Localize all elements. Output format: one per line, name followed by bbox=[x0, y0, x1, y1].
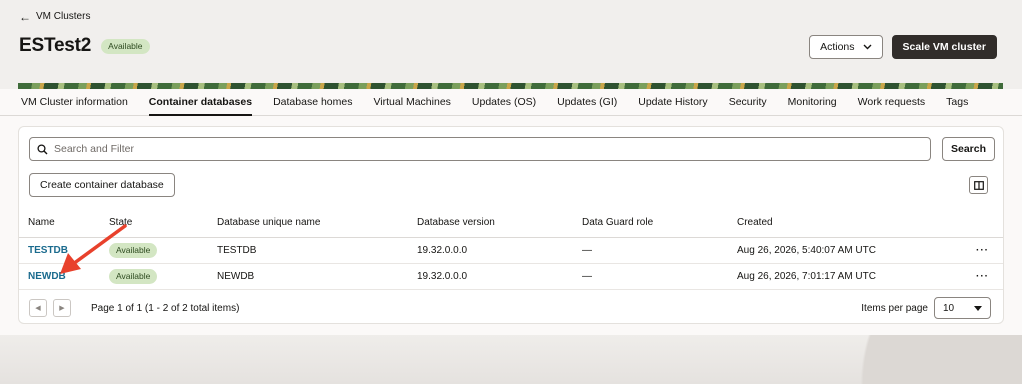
decorative-floor bbox=[0, 335, 1022, 384]
title-row: ESTest2 Available bbox=[19, 35, 150, 57]
tab-bar: VM Cluster information Container databas… bbox=[0, 89, 1022, 116]
search-input[interactable] bbox=[54, 143, 904, 155]
column-header-state[interactable]: State bbox=[109, 209, 217, 238]
items-per-page: Items per page 10 bbox=[861, 297, 991, 319]
version-cell: 19.32.0.0.0 bbox=[417, 237, 582, 264]
tab-security[interactable]: Security bbox=[729, 89, 767, 116]
db-name-link[interactable]: TESTDB bbox=[28, 245, 68, 256]
caret-left-icon: ◀ bbox=[35, 305, 41, 312]
chevron-down-icon bbox=[863, 44, 872, 50]
container-databases-panel: Search Create container database Name St… bbox=[18, 126, 1004, 324]
tab-updates-os[interactable]: Updates (OS) bbox=[472, 89, 536, 116]
back-link-label: VM Clusters bbox=[36, 11, 91, 22]
scale-button-label: Scale VM cluster bbox=[902, 41, 986, 53]
items-per-page-label: Items per page bbox=[861, 302, 928, 314]
create-container-database-button[interactable]: Create container database bbox=[29, 173, 175, 197]
page-title: ESTest2 bbox=[19, 35, 92, 56]
table-header-row: Name State Database unique name Database… bbox=[19, 209, 1003, 238]
caret-right-icon: ▶ bbox=[59, 305, 65, 312]
tab-update-history[interactable]: Update History bbox=[638, 89, 707, 116]
page-info: Page 1 of 1 (1 - 2 of 2 total items) bbox=[91, 302, 240, 314]
table-row: NEWDB Available NEWDB 19.32.0.0.0 — Aug … bbox=[19, 263, 1003, 290]
container-databases-table: Name State Database unique name Database… bbox=[19, 209, 1003, 290]
items-per-page-select[interactable]: 10 bbox=[934, 297, 991, 319]
next-page-button[interactable]: ▶ bbox=[53, 299, 71, 317]
page-header: ← VM Clusters ESTest2 Available Actions … bbox=[0, 0, 1022, 85]
dg-role-cell: — bbox=[582, 263, 737, 290]
tab-database-homes[interactable]: Database homes bbox=[273, 89, 352, 116]
previous-page-button[interactable]: ◀ bbox=[29, 299, 47, 317]
column-header-dg-role[interactable]: Data Guard role bbox=[582, 209, 737, 238]
unique-name-cell: TESTDB bbox=[217, 237, 417, 264]
actions-button-label: Actions bbox=[820, 41, 855, 53]
status-badge: Available bbox=[101, 38, 150, 54]
items-per-page-value: 10 bbox=[943, 302, 955, 314]
back-to-vm-clusters-link[interactable]: ← VM Clusters bbox=[19, 9, 91, 24]
table-row: TESTDB Available TESTDB 19.32.0.0.0 — Au… bbox=[19, 237, 1003, 264]
search-box[interactable] bbox=[29, 137, 931, 161]
tab-tags[interactable]: Tags bbox=[946, 89, 968, 116]
db-name-link[interactable]: NEWDB bbox=[28, 271, 66, 282]
column-header-version[interactable]: Database version bbox=[417, 209, 582, 238]
search-icon bbox=[37, 143, 48, 154]
tab-monitoring[interactable]: Monitoring bbox=[788, 89, 837, 116]
tab-updates-gi[interactable]: Updates (GI) bbox=[557, 89, 617, 116]
dg-role-cell: — bbox=[582, 237, 737, 264]
row-actions-menu-icon[interactable]: ··· bbox=[976, 245, 989, 256]
created-cell: Aug 26, 2026, 7:01:17 AM UTC bbox=[737, 263, 962, 290]
tab-work-requests[interactable]: Work requests bbox=[858, 89, 926, 116]
version-cell: 19.32.0.0.0 bbox=[417, 263, 582, 290]
actions-button[interactable]: Actions bbox=[809, 35, 883, 59]
state-badge: Available bbox=[109, 268, 158, 284]
unique-name-cell: NEWDB bbox=[217, 263, 417, 290]
header-actions: Actions Scale VM cluster bbox=[809, 35, 997, 59]
created-cell: Aug 26, 2026, 5:40:07 AM UTC bbox=[737, 237, 962, 264]
column-header-unique-name[interactable]: Database unique name bbox=[217, 209, 417, 238]
state-badge: Available bbox=[109, 242, 158, 258]
tab-vm-cluster-information[interactable]: VM Cluster information bbox=[21, 89, 128, 116]
column-header-name[interactable]: Name bbox=[19, 209, 109, 238]
manage-columns-button[interactable] bbox=[969, 176, 988, 194]
column-header-created[interactable]: Created bbox=[737, 209, 962, 238]
tab-virtual-machines[interactable]: Virtual Machines bbox=[373, 89, 450, 116]
row-actions-menu-icon[interactable]: ··· bbox=[976, 271, 989, 282]
arrow-left-icon: ← bbox=[19, 9, 31, 24]
column-header-actions bbox=[962, 209, 1003, 238]
columns-icon bbox=[973, 180, 984, 190]
scale-vm-cluster-button[interactable]: Scale VM cluster bbox=[891, 35, 997, 59]
caret-down-icon bbox=[974, 305, 982, 311]
pagination-bar: ◀ ▶ Page 1 of 1 (1 - 2 of 2 total items)… bbox=[19, 293, 1003, 323]
search-button[interactable]: Search bbox=[942, 137, 996, 161]
tab-container-databases[interactable]: Container databases bbox=[148, 89, 253, 116]
